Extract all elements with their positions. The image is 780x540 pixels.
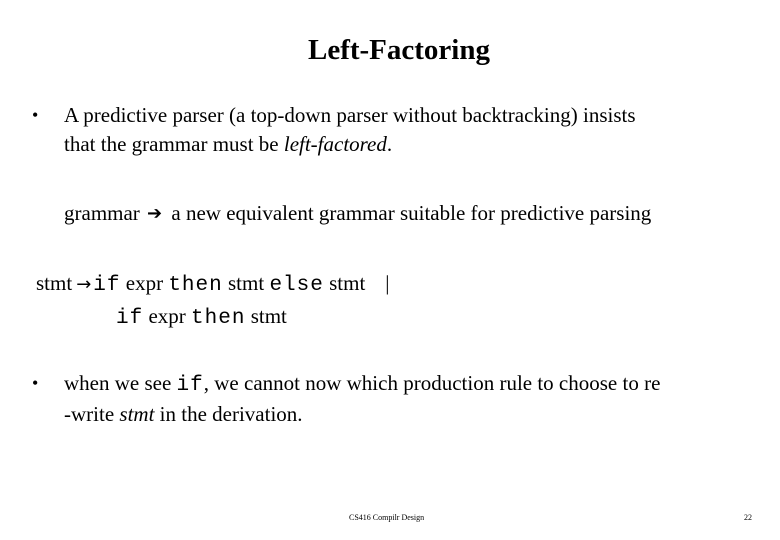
bullet-ambiguity: • when we see if, we cannot now which pr… [32,369,772,429]
nonterminal-stmt: stmt [228,271,265,295]
bullet-line-1: when we see if, we cannot now which prod… [64,369,660,400]
keyword-else: else [269,274,324,297]
nonterminal-expr: expr [125,271,164,295]
keyword-then: then [168,274,223,297]
produces-arrow-icon: → [76,274,92,295]
nonterminal-stmt: stmt [329,271,366,295]
bullet-marker: • [32,373,39,393]
bullet-line-2: -write stmt in the derivation. [64,400,660,429]
text-prefix: -write [64,402,120,426]
bullet-text: A predictive parser (a top-down parser w… [64,101,636,159]
footer-course-name: CS416 Compilr Design [349,513,425,522]
keyword-if: if [116,307,144,330]
keyword-if: if [93,274,121,297]
nonterminal-lhs: stmt [36,271,73,295]
alternative-separator: | [385,271,390,295]
bullet-text: when we see if, we cannot now which prod… [64,369,660,429]
right-arrow-icon: ➔ [147,203,163,224]
code-if: if [176,374,204,397]
grammar-production: stmt →if expr then stmt else stmt | if exp… [36,267,390,333]
bullet-line-2: that the grammar must be left-factored. [64,130,636,159]
slide-title: Left-Factoring [308,34,490,66]
italic-term: stmt [119,402,155,426]
text-suffix: , we cannot now which production rule to… [203,371,661,395]
text-suffix: . [386,132,393,156]
footer-page-number: 22 [744,513,752,522]
transform-source: grammar [64,201,140,225]
nonterminal-expr: expr [148,304,186,328]
grammar-transform-line: grammar ➔ a new equivalent grammar suita… [64,199,651,228]
text-suffix: in the derivation. [154,402,303,426]
bullet-line-1: A predictive parser (a top-down parser w… [64,103,636,127]
slide: Left-Factoring • A predictive parser (a … [0,0,780,540]
text-prefix: that the grammar must be [64,132,284,156]
production-rule-1: stmt →if expr then stmt else stmt | [36,267,390,300]
transform-target: a new equivalent grammar suitable for pr… [171,201,652,225]
italic-term: left-factored [283,132,387,156]
bullet-predictive-parser: • A predictive parser (a top-down parser… [32,101,752,161]
text-prefix: when we see [64,371,177,395]
nonterminal-stmt: stmt [250,304,287,328]
bullet-marker: • [32,105,39,125]
keyword-then: then [191,307,246,330]
production-rule-2: if expr then stmt [36,300,390,333]
